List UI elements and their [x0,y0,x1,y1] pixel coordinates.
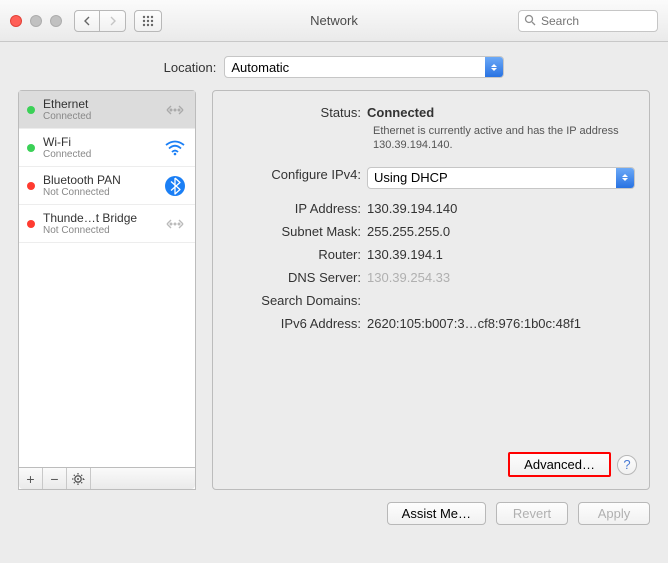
titlebar: Network [0,0,668,42]
detail-panel: Status: Connected Ethernet is currently … [212,90,650,490]
advanced-button[interactable]: Advanced… [508,452,611,477]
apply-button[interactable]: Apply [578,502,650,525]
back-button[interactable] [74,10,100,32]
assist-me-button[interactable]: Assist Me… [387,502,486,525]
minimize-button[interactable] [30,15,42,27]
search-wrap [518,10,658,32]
action-menu-button[interactable] [67,468,91,489]
sidebar-item-text: Thunde…t Bridge Not Connected [43,211,163,236]
dns-label: DNS Server: [227,270,367,285]
close-button[interactable] [10,15,22,27]
ethernet-icon [163,98,187,122]
main-area: Ethernet Connected Wi-Fi Connected [18,90,650,490]
nav-buttons [74,10,126,32]
location-select[interactable]: Automatic [224,56,504,78]
ipv6-row: IPv6 Address: 2620:105:b007:3…cf8:976:1b… [227,316,635,331]
location-label: Location: [164,60,217,75]
search-input[interactable] [518,10,658,32]
bottom-buttons: Assist Me… Revert Apply [18,502,650,525]
status-value: Connected [367,105,635,120]
sidebar-list: Ethernet Connected Wi-Fi Connected [19,91,195,467]
sidebar-item-text: Bluetooth PAN Not Connected [43,173,163,198]
sidebar-item-label: Thunde…t Bridge [43,211,163,225]
status-dot-icon [27,106,35,114]
wifi-icon [163,136,187,160]
gear-icon [72,472,86,486]
router-label: Router: [227,247,367,262]
advanced-row: Advanced… ? [508,452,637,477]
dns-row: DNS Server: 130.39.254.33 [227,270,635,285]
configure-value: Using DHCP [374,170,448,185]
location-row: Location: Automatic [18,56,650,78]
bluetooth-icon [163,174,187,198]
ipv6-value: 2620:105:b007:3…cf8:976:1b0c:48f1 [367,316,635,331]
sidebar-item-ethernet[interactable]: Ethernet Connected [19,91,195,129]
sidebar-item-text: Wi-Fi Connected [43,135,163,160]
router-row: Router: 130.39.194.1 [227,247,635,262]
status-dot-icon [27,144,35,152]
dropdown-caret-icon [485,57,503,77]
configure-select[interactable]: Using DHCP [367,167,635,189]
search-icon [524,14,536,26]
dns-value: 130.39.254.33 [367,270,635,285]
zoom-button[interactable] [50,15,62,27]
remove-service-button[interactable]: − [43,468,67,489]
status-row: Status: Connected [227,105,635,120]
sidebar-item-status: Connected [43,111,163,122]
sidebar-item-status: Not Connected [43,187,163,198]
router-value: 130.39.194.1 [367,247,635,262]
add-service-button[interactable]: + [19,468,43,489]
search-domains-row: Search Domains: [227,293,635,308]
chevron-left-icon [83,16,91,26]
ip-row: IP Address: 130.39.194.140 [227,201,635,216]
search-domains-value [367,293,635,308]
sidebar-item-wifi[interactable]: Wi-Fi Connected [19,129,195,167]
sidebar-item-text: Ethernet Connected [43,97,163,122]
sidebar-item-status: Connected [43,149,163,160]
sidebar-item-bluetooth[interactable]: Bluetooth PAN Not Connected [19,167,195,205]
sidebar-footer: + − [19,467,195,489]
location-value: Automatic [231,60,289,75]
sidebar-item-label: Ethernet [43,97,163,111]
thunderbolt-icon [163,212,187,236]
forward-button[interactable] [100,10,126,32]
subnet-label: Subnet Mask: [227,224,367,239]
status-dot-icon [27,220,35,228]
subnet-row: Subnet Mask: 255.255.255.0 [227,224,635,239]
show-all-button[interactable] [134,10,162,32]
ip-label: IP Address: [227,201,367,216]
subnet-value: 255.255.255.0 [367,224,635,239]
ipv6-label: IPv6 Address: [227,316,367,331]
sidebar: Ethernet Connected Wi-Fi Connected [18,90,196,490]
revert-button[interactable]: Revert [496,502,568,525]
status-dot-icon [27,182,35,190]
configure-row: Configure IPv4: Using DHCP [227,167,635,189]
configure-label: Configure IPv4: [227,167,367,189]
traffic-lights [10,15,62,27]
sidebar-item-thunderbolt[interactable]: Thunde…t Bridge Not Connected [19,205,195,243]
sidebar-item-status: Not Connected [43,225,163,236]
chevron-right-icon [109,16,117,26]
content: Location: Automatic Ethernet Connected [0,42,668,563]
sidebar-item-label: Bluetooth PAN [43,173,163,187]
ip-value: 130.39.194.140 [367,201,635,216]
search-domains-label: Search Domains: [227,293,367,308]
dropdown-caret-icon [616,168,634,188]
sidebar-item-label: Wi-Fi [43,135,163,149]
help-button[interactable]: ? [617,455,637,475]
grid-icon [142,15,154,27]
status-sub: Ethernet is currently active and has the… [373,124,635,153]
status-label: Status: [227,105,367,120]
